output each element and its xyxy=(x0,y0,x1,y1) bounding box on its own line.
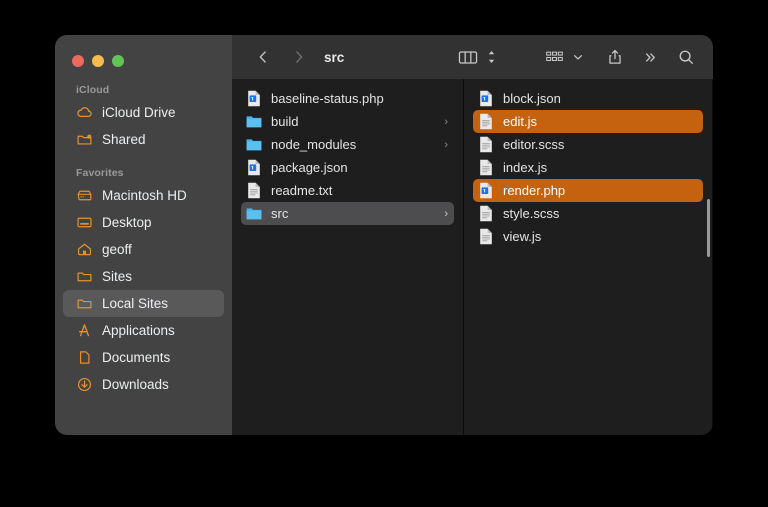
share-button[interactable] xyxy=(602,44,628,70)
disclosure-chevron-icon: › xyxy=(444,138,448,151)
file-row[interactable]: index.js xyxy=(473,156,703,179)
sidebar-item-label: iCloud Drive xyxy=(102,105,176,120)
more-toolbar-button[interactable] xyxy=(638,44,663,70)
file-row[interactable]: node_modules › xyxy=(241,133,454,156)
minimize-button[interactable] xyxy=(92,55,104,67)
toolbar: src xyxy=(232,35,713,79)
sidebar-item-macintosh-hd[interactable]: Macintosh HD xyxy=(63,182,224,209)
file-row[interactable]: build › xyxy=(241,110,454,133)
cloud-icon xyxy=(76,104,93,121)
folder-icon xyxy=(246,136,262,153)
group-by-button[interactable] xyxy=(541,44,568,70)
sidebar-item-applications[interactable]: Applications xyxy=(63,317,224,344)
disclosure-chevron-icon: › xyxy=(444,207,448,220)
file-row[interactable]: view.js xyxy=(473,225,703,248)
sidebar-item-label: Downloads xyxy=(102,377,169,392)
sidebar-item-desktop[interactable]: Desktop xyxy=(63,209,224,236)
file-name: style.scss xyxy=(503,206,560,221)
screen: iCloud iCloud Drive Shared Favorites Mac… xyxy=(0,0,768,507)
file-name: editor.scss xyxy=(503,137,565,152)
sidebar-item-label: Applications xyxy=(102,323,175,338)
file-row[interactable]: src › xyxy=(241,202,454,225)
text-file-icon xyxy=(478,205,494,222)
sidebar-item-geoff[interactable]: geoff xyxy=(63,236,224,263)
file-row[interactable]: style.scss xyxy=(473,202,703,225)
php-file-icon xyxy=(478,90,494,107)
file-row[interactable]: block.json xyxy=(473,87,703,110)
search-button[interactable] xyxy=(673,44,699,70)
file-row[interactable]: baseline-status.php xyxy=(241,87,454,110)
chevron-down-icon[interactable] xyxy=(568,44,588,70)
file-name: src xyxy=(271,206,289,221)
page-title: src xyxy=(324,49,345,65)
view-stepper[interactable] xyxy=(482,44,501,70)
sidebar-item-label: geoff xyxy=(102,242,132,257)
sidebar-item-label: Local Sites xyxy=(102,296,169,311)
sidebar-item-icloud-drive[interactable]: iCloud Drive xyxy=(63,99,224,126)
column-browser: baseline-status.php build › node_modules › pa… xyxy=(232,79,713,435)
sidebar-item-shared[interactable]: Shared xyxy=(63,126,224,153)
file-name: edit.js xyxy=(503,114,537,129)
sidebar-item-label: Documents xyxy=(102,350,171,365)
file-name: view.js xyxy=(503,229,542,244)
sidebar-item-label: Macintosh HD xyxy=(102,188,187,203)
text-file-icon xyxy=(478,113,494,130)
folder-icon xyxy=(246,205,262,222)
folder-icon xyxy=(76,295,93,312)
text-file-icon xyxy=(478,159,494,176)
sidebar-item-label: Desktop xyxy=(102,215,152,230)
file-row[interactable]: edit.js xyxy=(473,110,703,133)
file-column-two: block.json edit.js editor.scss index.js rend… xyxy=(464,79,713,435)
sidebar-item-label: Shared xyxy=(102,132,146,147)
downloads-icon xyxy=(76,376,93,393)
zoom-button[interactable] xyxy=(112,55,124,67)
file-row[interactable]: render.php xyxy=(473,179,703,202)
file-row[interactable]: editor.scss xyxy=(473,133,703,156)
sidebar-item-downloads[interactable]: Downloads xyxy=(63,371,224,398)
text-file-icon xyxy=(478,136,494,153)
file-row[interactable]: package.json xyxy=(241,156,454,179)
file-column-one: baseline-status.php build › node_modules › pa… xyxy=(232,79,464,435)
sidebar: iCloud iCloud Drive Shared Favorites Mac… xyxy=(55,35,232,435)
sidebar-section-icloud: iCloud xyxy=(76,84,110,96)
php-file-icon xyxy=(246,159,262,176)
text-file-icon xyxy=(478,228,494,245)
back-button[interactable] xyxy=(250,44,276,70)
sidebar-item-sites[interactable]: Sites xyxy=(63,263,224,290)
documents-icon xyxy=(76,349,93,366)
file-name: block.json xyxy=(503,91,561,106)
text-file-icon xyxy=(246,182,262,199)
file-name: render.php xyxy=(503,183,566,198)
sidebar-item-documents[interactable]: Documents xyxy=(63,344,224,371)
file-name: index.js xyxy=(503,160,548,175)
home-icon xyxy=(76,241,93,258)
file-name: readme.txt xyxy=(271,183,333,198)
php-file-icon xyxy=(478,182,494,199)
file-name: node_modules xyxy=(271,137,357,152)
vertical-scrollbar[interactable] xyxy=(707,199,710,257)
forward-button[interactable] xyxy=(286,44,312,70)
file-row[interactable]: readme.txt xyxy=(241,179,454,202)
shared-folder-icon xyxy=(76,131,93,148)
sidebar-item-label: Sites xyxy=(102,269,133,284)
hard-drive-icon xyxy=(76,187,93,204)
php-file-icon xyxy=(246,90,262,107)
disclosure-chevron-icon: › xyxy=(444,115,448,128)
window-controls xyxy=(72,55,124,67)
folder-icon xyxy=(76,268,93,285)
file-name: build xyxy=(271,114,299,129)
applications-icon xyxy=(76,322,93,339)
finder-window: iCloud iCloud Drive Shared Favorites Mac… xyxy=(55,35,713,435)
close-button[interactable] xyxy=(72,55,84,67)
main-panel: src baseline-status.php build › node_mod… xyxy=(232,35,713,435)
folder-icon xyxy=(246,113,262,130)
file-name: package.json xyxy=(271,160,348,175)
file-name: baseline-status.php xyxy=(271,91,384,106)
sidebar-item-local-sites[interactable]: Local Sites xyxy=(63,290,224,317)
view-mode-column-button[interactable] xyxy=(454,44,482,70)
sidebar-section-favorites: Favorites xyxy=(76,167,124,179)
desktop-icon xyxy=(76,214,93,231)
